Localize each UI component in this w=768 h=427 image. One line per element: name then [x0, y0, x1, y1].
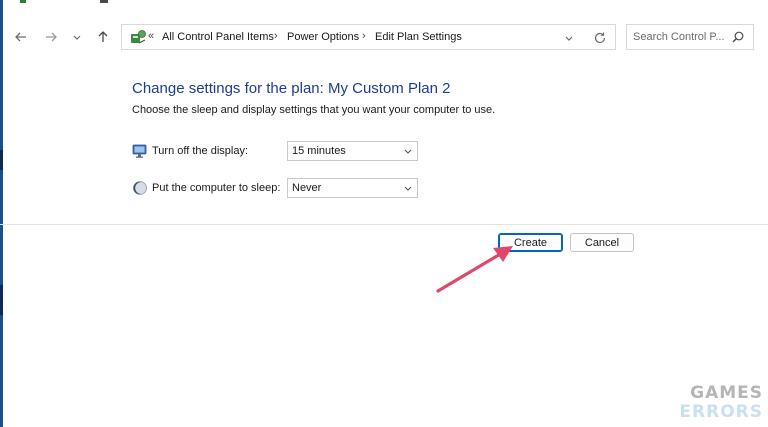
breadcrumb-all-items[interactable]: All Control Panel Items: [162, 31, 274, 43]
display-off-select[interactable]: 15 minutes: [287, 141, 418, 161]
page-title: Change settings for the plan: My Custom …: [132, 80, 451, 97]
up-arrow-icon: [98, 31, 108, 42]
breadcrumb-separator[interactable]: ›: [274, 30, 278, 42]
back-button[interactable]: [10, 26, 32, 48]
sleep-value: Never: [292, 182, 322, 194]
search-input[interactable]: [633, 29, 725, 45]
back-arrow-icon: [15, 32, 26, 42]
breadcrumb-power-options[interactable]: Power Options: [287, 31, 359, 43]
monitor-icon: [132, 144, 147, 158]
up-button[interactable]: [92, 26, 114, 48]
create-button[interactable]: Create: [498, 233, 563, 252]
forward-arrow-icon: [46, 32, 57, 42]
forward-button[interactable]: [40, 26, 62, 48]
breadcrumb-edit-plan[interactable]: Edit Plan Settings: [375, 31, 462, 43]
sleep-select[interactable]: Never: [287, 178, 418, 198]
address-dropdown-icon[interactable]: [562, 31, 576, 45]
chevron-down-icon: [73, 35, 81, 40]
search-box[interactable]: [626, 24, 754, 50]
watermark-line1: GAMES: [690, 383, 763, 403]
recent-locations-button[interactable]: [66, 26, 88, 48]
breadcrumb-separator[interactable]: ›: [362, 30, 366, 42]
refresh-icon[interactable]: [592, 30, 608, 46]
control-panel-icon: [131, 30, 146, 44]
cancel-button[interactable]: Cancel: [570, 233, 634, 252]
desktop-edge: [0, 0, 3, 427]
chevron-down-icon: [404, 149, 412, 154]
display-off-label: Turn off the display:: [152, 145, 248, 157]
window-top-fragment: [100, 0, 108, 3]
sleep-label: Put the computer to sleep:: [152, 182, 281, 194]
search-icon[interactable]: [731, 30, 745, 44]
games-errors-watermark: GAMES ERRORS: [679, 383, 763, 425]
watermark-line2: ERRORS: [679, 402, 763, 422]
footer-divider: [0, 224, 768, 225]
window-top-fragment: [20, 0, 26, 3]
chevron-down-icon: [404, 186, 412, 191]
overflow-chevron[interactable]: «: [148, 30, 154, 42]
address-bar[interactable]: « All Control Panel Items › Power Option…: [121, 24, 616, 50]
display-off-value: 15 minutes: [292, 145, 346, 157]
sleep-moon-icon: [133, 181, 147, 195]
page-subtitle: Choose the sleep and display settings th…: [132, 104, 496, 116]
annotation-arrow: [436, 246, 513, 293]
